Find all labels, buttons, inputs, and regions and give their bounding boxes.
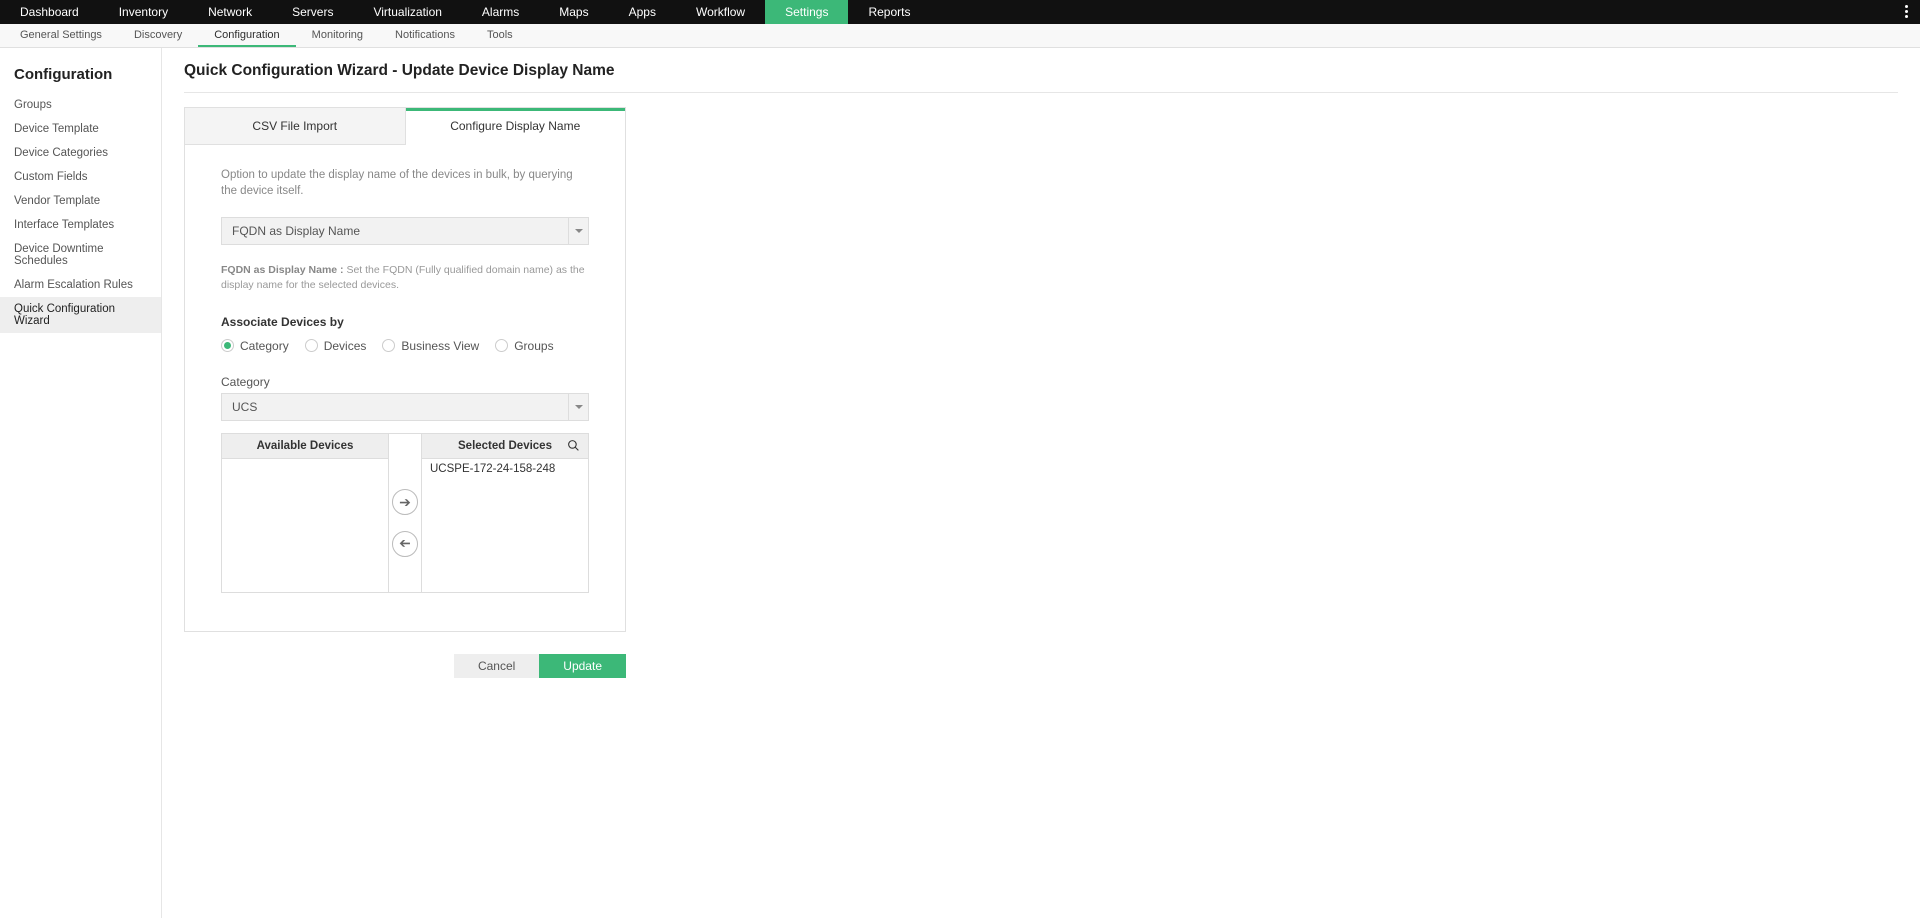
sidebar-item-device-categories[interactable]: Device Categories: [0, 141, 161, 165]
available-devices-list[interactable]: [222, 459, 388, 591]
radio-icon: [305, 339, 318, 352]
nav-network[interactable]: Network: [188, 0, 272, 24]
available-devices-header: Available Devices: [222, 434, 388, 459]
sidebar-item-interface-templates[interactable]: Interface Templates: [0, 213, 161, 237]
sidebar-item-vendor-template[interactable]: Vendor Template: [0, 189, 161, 213]
display-name-select-value: FQDN as Display Name: [232, 224, 360, 238]
top-nav: Dashboard Inventory Network Servers Virt…: [0, 0, 1920, 24]
available-devices-column: Available Devices: [222, 434, 388, 592]
arrow-right-icon: ➔: [399, 495, 411, 509]
selected-devices-header-text: Selected Devices: [458, 440, 552, 452]
sidebar-item-device-downtime-schedules[interactable]: Device Downtime Schedules: [0, 237, 161, 273]
nav-alarms[interactable]: Alarms: [462, 0, 539, 24]
content-area: Quick Configuration Wizard - Update Devi…: [162, 48, 1920, 918]
subnav-notifications[interactable]: Notifications: [379, 24, 471, 47]
tab-csv-file-import[interactable]: CSV File Import: [185, 108, 406, 145]
wizard-description: Option to update the display name of the…: [221, 167, 589, 199]
nav-maps[interactable]: Maps: [539, 0, 608, 24]
subnav-monitoring[interactable]: Monitoring: [296, 24, 379, 47]
radio-label: Groups: [514, 339, 553, 353]
radio-devices[interactable]: Devices: [305, 339, 367, 353]
radio-icon: [495, 339, 508, 352]
nav-dashboard[interactable]: Dashboard: [0, 0, 99, 24]
sidebar-item-custom-fields[interactable]: Custom Fields: [0, 165, 161, 189]
sidebar-item-alarm-escalation-rules[interactable]: Alarm Escalation Rules: [0, 273, 161, 297]
radio-icon: [382, 339, 395, 352]
category-select[interactable]: UCS: [221, 393, 589, 421]
nav-virtualization[interactable]: Virtualization: [353, 0, 461, 24]
transfer-controls: ➔ ➔: [388, 434, 422, 592]
selected-devices-list[interactable]: UCSPE-172-24-158-248: [422, 459, 588, 591]
wizard-card: CSV File Import Configure Display Name O…: [184, 107, 626, 632]
subnav-discovery[interactable]: Discovery: [118, 24, 198, 47]
update-button[interactable]: Update: [539, 654, 626, 678]
nav-servers[interactable]: Servers: [272, 0, 353, 24]
selected-devices-column: Selected Devices UCSPE-172-24-158-248: [422, 434, 588, 592]
page-title: Quick Configuration Wizard - Update Devi…: [184, 62, 1898, 93]
sidebar-item-device-template[interactable]: Device Template: [0, 117, 161, 141]
sidebar-item-groups[interactable]: Groups: [0, 93, 161, 117]
sidebar-item-quick-configuration-wizard[interactable]: Quick Configuration Wizard: [0, 297, 161, 333]
sidebar: Configuration Groups Device Template Dev…: [0, 48, 162, 918]
subnav-general-settings[interactable]: General Settings: [4, 24, 118, 47]
device-transfer: Available Devices ➔ ➔ Selected Devices: [221, 433, 589, 593]
action-row: Cancel Update: [184, 654, 626, 678]
arrow-left-icon: ➔: [399, 537, 411, 551]
radio-label: Business View: [401, 339, 479, 353]
category-select-value: UCS: [232, 400, 257, 414]
chevron-down-icon: [568, 394, 588, 420]
display-name-hint: FQDN as Display Name : Set the FQDN (Ful…: [221, 263, 589, 292]
tab-configure-display-name[interactable]: Configure Display Name: [406, 108, 626, 145]
chevron-down-icon: [568, 218, 588, 244]
radio-icon: [221, 339, 234, 352]
radio-category[interactable]: Category: [221, 339, 289, 353]
selected-devices-header: Selected Devices: [422, 434, 588, 459]
move-left-button[interactable]: ➔: [392, 531, 418, 557]
sub-nav: General Settings Discovery Configuration…: [0, 24, 1920, 48]
more-menu-icon[interactable]: [1901, 2, 1912, 21]
radio-groups[interactable]: Groups: [495, 339, 553, 353]
nav-reports[interactable]: Reports: [848, 0, 930, 24]
hint-label: FQDN as Display Name :: [221, 264, 344, 276]
radio-business-view[interactable]: Business View: [382, 339, 479, 353]
nav-inventory[interactable]: Inventory: [99, 0, 188, 24]
subnav-configuration[interactable]: Configuration: [198, 24, 295, 47]
search-icon[interactable]: [567, 439, 580, 455]
nav-apps[interactable]: Apps: [609, 0, 676, 24]
associate-devices-label: Associate Devices by: [221, 315, 589, 329]
category-field-label: Category: [221, 375, 589, 389]
display-name-select[interactable]: FQDN as Display Name: [221, 217, 589, 245]
radio-label: Devices: [324, 339, 367, 353]
nav-workflow[interactable]: Workflow: [676, 0, 765, 24]
nav-settings[interactable]: Settings: [765, 0, 848, 24]
move-right-button[interactable]: ➔: [392, 489, 418, 515]
radio-label: Category: [240, 339, 289, 353]
cancel-button[interactable]: Cancel: [454, 654, 539, 678]
sidebar-title: Configuration: [0, 66, 161, 93]
subnav-tools[interactable]: Tools: [471, 24, 529, 47]
list-item[interactable]: UCSPE-172-24-158-248: [430, 463, 580, 475]
